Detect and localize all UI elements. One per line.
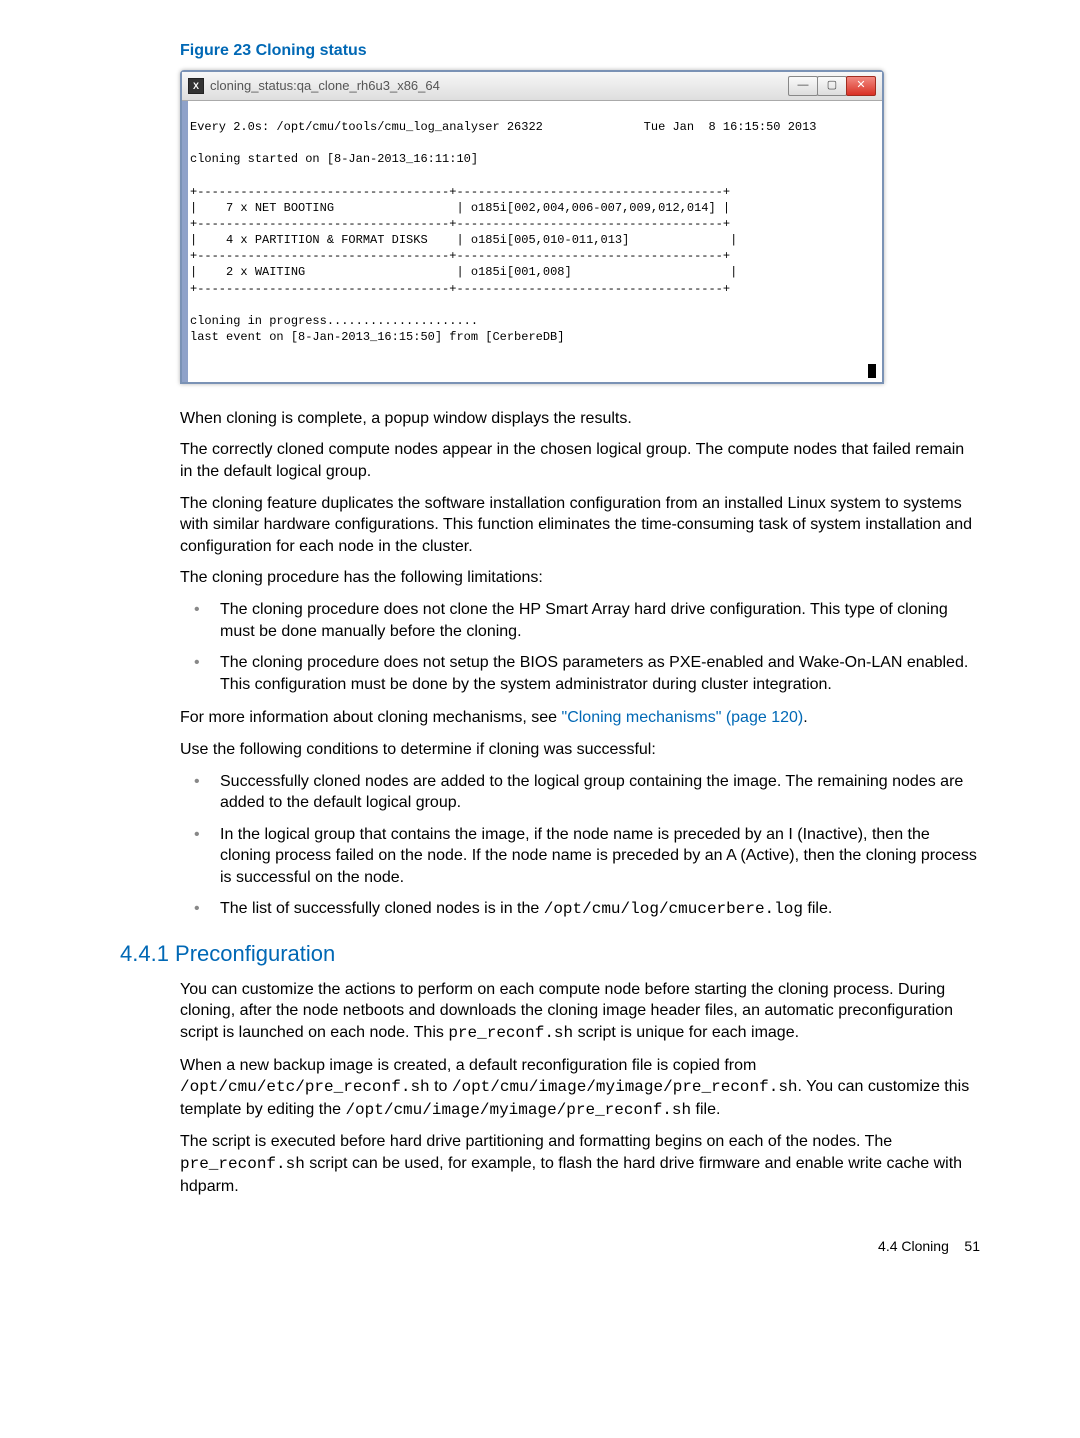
- text: When a new backup image is created, a de…: [180, 1057, 756, 1074]
- code-text: /opt/cmu/image/myimage/pre_reconf.sh: [452, 1078, 798, 1096]
- list-item: The cloning procedure does not clone the…: [180, 599, 980, 642]
- terminal-divider: +-----------------------------------+---…: [190, 217, 730, 231]
- text: For more information about cloning mecha…: [180, 709, 562, 726]
- bullet-list: The cloning procedure does not clone the…: [180, 599, 980, 695]
- text: to: [430, 1078, 452, 1095]
- paragraph: The cloning feature duplicates the softw…: [180, 493, 980, 558]
- page-footer: 4.4 Cloning 51: [60, 1237, 980, 1256]
- paragraph: Use the following conditions to determin…: [180, 739, 980, 761]
- terminal-line: cloning started on [8-Jan-2013_16:11:10]: [190, 152, 478, 166]
- window-title: cloning_status:qa_clone_rh6u3_x86_64: [210, 77, 440, 95]
- bullet-list: Successfully cloned nodes are added to t…: [180, 771, 980, 922]
- minimize-button[interactable]: —: [788, 76, 818, 96]
- cursor-icon: [868, 364, 876, 378]
- terminal-row: | 4 x PARTITION & FORMAT DISKS | o185i[0…: [190, 233, 737, 247]
- list-item: The cloning procedure does not setup the…: [180, 652, 980, 695]
- window-title-bar: X cloning_status:qa_clone_rh6u3_x86_64 —…: [182, 72, 882, 101]
- terminal-window: X cloning_status:qa_clone_rh6u3_x86_64 —…: [180, 70, 884, 384]
- section-heading: 4.4.1 Preconfiguration: [120, 939, 1020, 969]
- app-icon: X: [188, 78, 204, 94]
- code-text: pre_reconf.sh: [448, 1024, 573, 1042]
- terminal-line: Every 2.0s: /opt/cmu/tools/cmu_log_analy…: [190, 120, 817, 134]
- list-item: In the logical group that contains the i…: [180, 824, 980, 889]
- terminal-line: cloning in progress.....................: [190, 314, 478, 328]
- code-text: /opt/cmu/etc/pre_reconf.sh: [180, 1078, 430, 1096]
- text: file.: [691, 1101, 720, 1118]
- text: script is unique for each image.: [573, 1024, 799, 1041]
- list-item: Successfully cloned nodes are added to t…: [180, 771, 980, 814]
- text: The list of successfully cloned nodes is…: [220, 900, 544, 917]
- paragraph: For more information about cloning mecha…: [180, 707, 980, 729]
- text: .: [803, 709, 807, 726]
- list-item: The list of successfully cloned nodes is…: [180, 898, 980, 921]
- paragraph: The script is executed before hard drive…: [180, 1131, 980, 1197]
- code-text: pre_reconf.sh: [180, 1155, 305, 1173]
- terminal-divider: +-----------------------------------+---…: [190, 185, 730, 199]
- text: The script is executed before hard drive…: [180, 1133, 892, 1150]
- terminal-body: Every 2.0s: /opt/cmu/tools/cmu_log_analy…: [182, 101, 882, 382]
- terminal-divider: +-----------------------------------+---…: [190, 249, 730, 263]
- paragraph: When a new backup image is created, a de…: [180, 1055, 980, 1122]
- section-content: You can customize the actions to perform…: [180, 979, 980, 1197]
- maximize-button[interactable]: ▢: [817, 76, 847, 96]
- page-number: 51: [964, 1238, 980, 1254]
- code-text: /opt/cmu/image/myimage/pre_reconf.sh: [345, 1101, 691, 1119]
- footer-section: 4.4 Cloning: [878, 1238, 949, 1254]
- paragraph: The correctly cloned compute nodes appea…: [180, 439, 980, 482]
- terminal-row: | 2 x WAITING | o185i[001,008] |: [190, 265, 737, 279]
- figure-caption: Figure 23 Cloning status: [180, 40, 1020, 62]
- terminal-line: last event on [8-Jan-2013_16:15:50] from…: [190, 330, 564, 344]
- paragraph: When cloning is complete, a popup window…: [180, 408, 980, 430]
- text: file.: [803, 900, 832, 917]
- terminal-row: | 7 x NET BOOTING | o185i[002,004,006-00…: [190, 201, 730, 215]
- close-button[interactable]: ✕: [846, 76, 876, 96]
- paragraph: You can customize the actions to perform…: [180, 979, 980, 1045]
- terminal-divider: +-----------------------------------+---…: [190, 282, 730, 296]
- body-content: When cloning is complete, a popup window…: [180, 408, 980, 921]
- paragraph: The cloning procedure has the following …: [180, 567, 980, 589]
- code-text: /opt/cmu/log/cmucerbere.log: [544, 900, 803, 918]
- cross-reference-link[interactable]: "Cloning mechanisms" (page 120): [562, 709, 804, 726]
- window-controls: — ▢ ✕: [789, 76, 876, 96]
